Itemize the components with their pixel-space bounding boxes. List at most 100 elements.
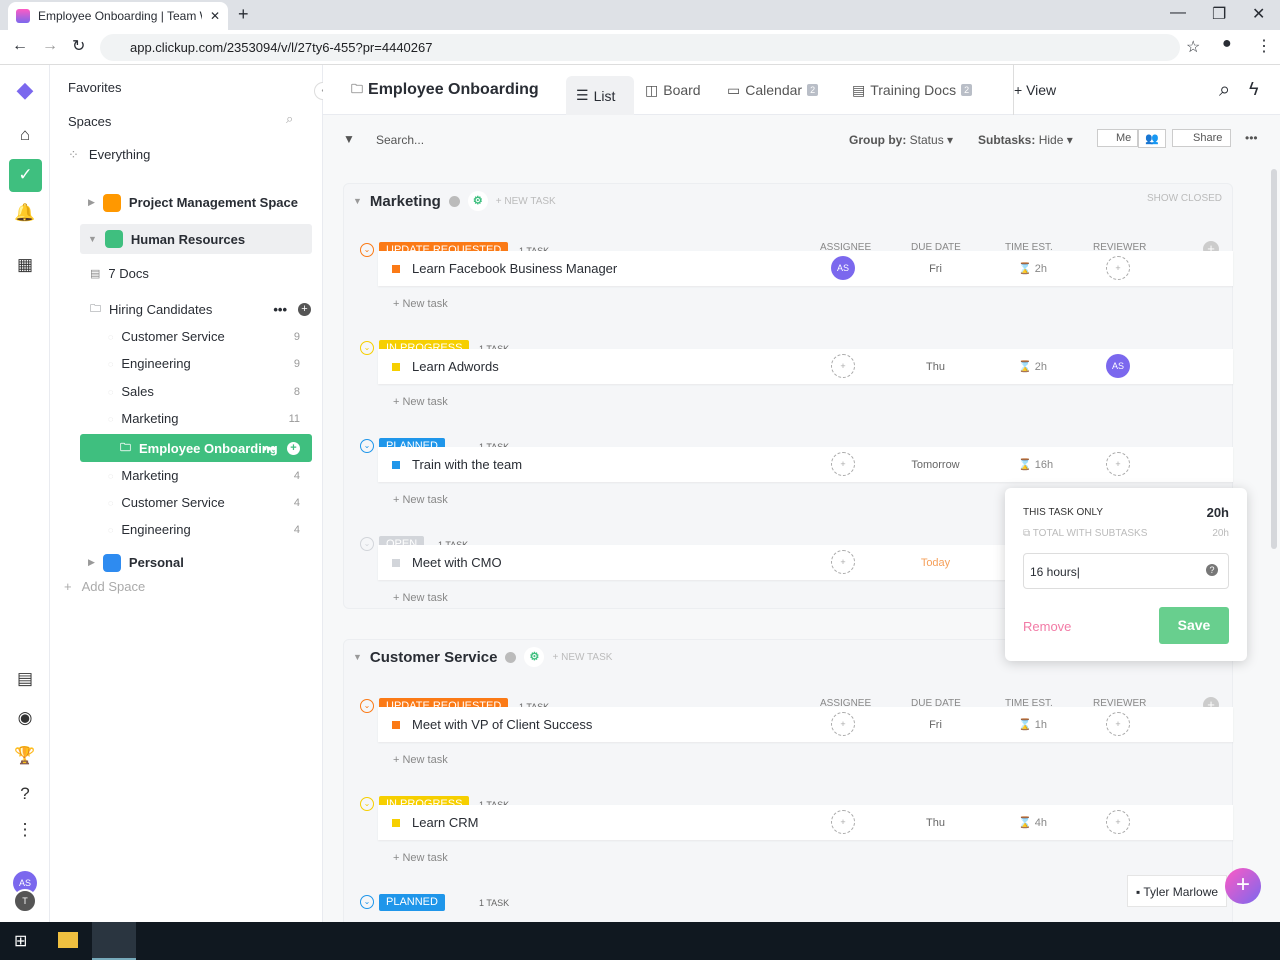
due-date[interactable]: Today bbox=[878, 557, 993, 569]
task-row[interactable]: Train with the team + Tomorrow ⌛ 16h + bbox=[378, 447, 1233, 482]
tab-list[interactable]: ☰ List bbox=[566, 76, 634, 115]
reviewer-avatar[interactable]: AS bbox=[1106, 354, 1130, 378]
show-closed-button[interactable]: SHOW CLOSED bbox=[1147, 193, 1222, 204]
sidebar-item[interactable]: 🗀 Hiring Candidates ••• + bbox=[50, 296, 323, 323]
add-icon[interactable]: + bbox=[287, 441, 300, 455]
collapse-group-icon[interactable]: ⌄ bbox=[360, 341, 374, 355]
collapse-caret-icon[interactable]: ▼ bbox=[353, 652, 362, 662]
tab-board[interactable]: ◫ Board bbox=[645, 65, 701, 115]
collapse-group-icon[interactable]: ⌄ bbox=[360, 537, 374, 551]
reviewer-avatar[interactable]: + bbox=[1106, 712, 1130, 736]
status-square-icon[interactable] bbox=[392, 720, 400, 729]
help-icon[interactable]: ? bbox=[1206, 564, 1218, 576]
reviewer-avatar[interactable]: + bbox=[1106, 810, 1130, 834]
assignee-avatar[interactable]: + bbox=[831, 452, 855, 476]
assignee-avatar[interactable]: + bbox=[831, 810, 855, 834]
star-icon[interactable]: ☆ bbox=[1186, 37, 1200, 57]
collapse-group-icon[interactable]: ⌄ bbox=[360, 243, 374, 257]
info-icon[interactable] bbox=[448, 195, 460, 207]
status-square-icon[interactable] bbox=[392, 362, 400, 371]
scrollbar[interactable] bbox=[1271, 169, 1277, 549]
forward-icon[interactable]: → bbox=[42, 37, 58, 55]
assignee-avatar[interactable]: + bbox=[831, 550, 855, 574]
time-estimate[interactable]: ⌛ 1h bbox=[1018, 718, 1047, 731]
url-field[interactable]: app.clickup.com/2353094/v/l/27ty6-455?pr… bbox=[100, 34, 1180, 61]
tab-calendar[interactable]: ▭ Calendar 2 bbox=[727, 65, 819, 115]
reviewer-avatar[interactable]: + bbox=[1106, 256, 1130, 280]
task-name[interactable]: Meet with CMO bbox=[412, 555, 502, 570]
share-button[interactable]: Share bbox=[1172, 129, 1232, 147]
task-name[interactable]: Learn CRM bbox=[412, 815, 478, 830]
sidebar-item[interactable]: ◌ Customer Service 9 bbox=[50, 323, 323, 350]
assignees-filter-button[interactable]: 👥 bbox=[1138, 129, 1166, 148]
search-input[interactable]: Search... bbox=[376, 133, 424, 147]
user-chip[interactable]: ▪ Tyler Marlowe bbox=[1127, 875, 1227, 907]
due-date[interactable]: Thu bbox=[878, 361, 993, 373]
new-task-button[interactable]: + NEW TASK bbox=[552, 652, 612, 663]
task-name[interactable]: Meet with VP of Client Success bbox=[412, 717, 592, 732]
file-explorer-icon[interactable] bbox=[58, 932, 78, 948]
back-icon[interactable]: ← bbox=[12, 37, 28, 55]
new-tab-icon[interactable]: + bbox=[238, 4, 249, 25]
pulse-icon[interactable]: ◉ bbox=[13, 708, 37, 732]
more-icon[interactable]: ⋮ bbox=[13, 820, 37, 844]
avatar[interactable]: T bbox=[13, 889, 37, 913]
goals-icon[interactable]: 🏆 bbox=[13, 746, 37, 770]
collapse-group-icon[interactable]: ⌄ bbox=[360, 699, 374, 713]
new-task-row-button[interactable]: + New task bbox=[393, 592, 448, 604]
collapse-group-icon[interactable]: ⌄ bbox=[360, 439, 374, 453]
assignee-avatar[interactable]: AS bbox=[831, 256, 855, 280]
sidebar-item[interactable]: ▤ 7 Docs bbox=[50, 260, 323, 287]
new-task-row-button[interactable]: + New task bbox=[393, 494, 448, 506]
clickup-logo[interactable]: ◆ bbox=[13, 77, 37, 102]
status-square-icon[interactable] bbox=[392, 264, 400, 273]
time-estimate[interactable]: ⌛ 4h bbox=[1018, 816, 1047, 829]
sidebar-item[interactable]: 🗀 Employee Onboarding ••• + bbox=[80, 434, 312, 462]
add-space-button[interactable]: + Add Space bbox=[64, 573, 337, 600]
new-task-row-button[interactable]: + New task bbox=[393, 396, 448, 408]
me-filter-button[interactable]: Me bbox=[1097, 129, 1139, 147]
status-square-icon[interactable] bbox=[392, 818, 400, 827]
task-row[interactable]: Learn Facebook Business Manager AS Fri ⌛ 2h… bbox=[378, 251, 1233, 286]
windows-start-icon[interactable]: ⊞ bbox=[14, 931, 27, 951]
task-name[interactable]: Train with the team bbox=[412, 457, 522, 472]
task-name[interactable]: Learn Facebook Business Manager bbox=[412, 261, 617, 276]
time-estimate[interactable]: ⌛ 2h bbox=[1018, 262, 1047, 275]
time-estimate-input[interactable]: 16 hours|? bbox=[1023, 553, 1229, 589]
reviewer-avatar[interactable]: + bbox=[1106, 452, 1130, 476]
quick-create-button[interactable]: + bbox=[1225, 868, 1261, 904]
lightning-icon[interactable]: ϟ bbox=[1249, 79, 1259, 100]
add-icon[interactable]: + bbox=[298, 303, 311, 316]
task-row[interactable]: Learn CRM + Thu ⌛ 4h + bbox=[378, 805, 1233, 840]
collapse-caret-icon[interactable]: ▼ bbox=[353, 196, 362, 206]
info-icon[interactable] bbox=[505, 651, 517, 663]
assignee-avatar[interactable]: + bbox=[831, 712, 855, 736]
new-task-row-button[interactable]: + New task bbox=[393, 754, 448, 766]
sidebar-item[interactable]: ◌ Sales 8 bbox=[50, 378, 323, 405]
assignee-avatar[interactable]: + bbox=[831, 354, 855, 378]
new-task-row-button[interactable]: + New task bbox=[393, 298, 448, 310]
more-icon[interactable]: ••• bbox=[273, 302, 287, 317]
expand-caret-icon[interactable]: ▶ bbox=[88, 197, 95, 208]
save-button[interactable]: Save bbox=[1159, 607, 1229, 644]
due-date[interactable]: Thu bbox=[878, 817, 993, 829]
status-square-icon[interactable] bbox=[392, 558, 400, 567]
menu-icon[interactable]: ⋮ bbox=[1256, 36, 1272, 56]
sidebar-item[interactable]: ▶ Project Management Space bbox=[50, 189, 323, 216]
search-icon[interactable]: ⌕ bbox=[1219, 79, 1230, 102]
task-name[interactable]: Learn Adwords bbox=[412, 359, 499, 374]
tasks-icon[interactable]: ✓ bbox=[9, 159, 42, 192]
automation-icon[interactable]: ⚙ bbox=[467, 191, 488, 211]
new-task-button[interactable]: + NEW TASK bbox=[496, 196, 556, 207]
task-row[interactable]: Learn Adwords + Thu ⌛ 2h AS bbox=[378, 349, 1233, 384]
time-estimate[interactable]: ⌛ 2h bbox=[1018, 360, 1047, 373]
expand-caret-icon[interactable]: ▼ bbox=[88, 234, 97, 244]
status-square-icon[interactable] bbox=[392, 460, 400, 469]
close-window-icon[interactable]: ✕ bbox=[1252, 4, 1265, 24]
sidebar-item[interactable]: ▼ Human Resources bbox=[80, 224, 312, 254]
home-icon[interactable]: ⌂ bbox=[13, 125, 37, 149]
due-date[interactable]: Tomorrow bbox=[878, 459, 993, 471]
more-options-icon[interactable]: ••• bbox=[1245, 131, 1258, 145]
add-view-button[interactable]: + View bbox=[1013, 65, 1056, 115]
due-date[interactable]: Fri bbox=[878, 263, 993, 275]
